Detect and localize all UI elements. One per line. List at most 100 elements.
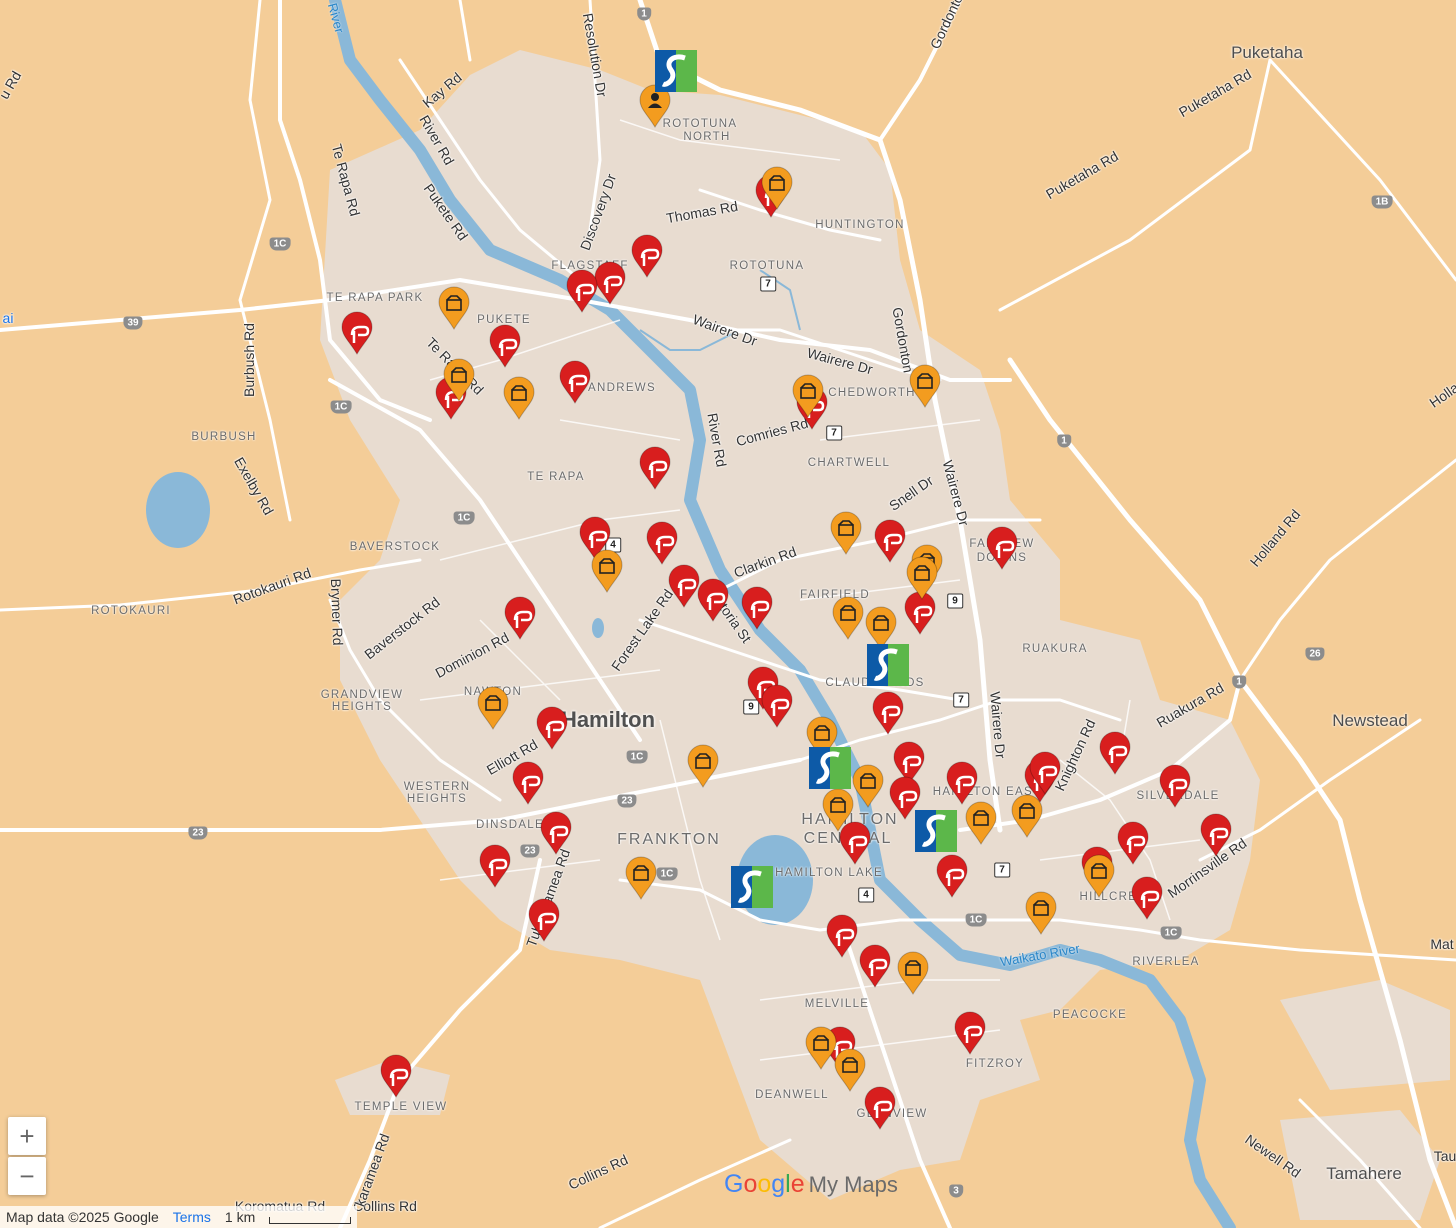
orange-basket-pin-icon[interactable] — [831, 596, 865, 640]
road-label: Brymer Rd — [327, 578, 347, 646]
red-swirl-pin-icon[interactable] — [863, 1086, 897, 1130]
route-shield: 1B — [1371, 195, 1393, 209]
red-swirl-pin-icon[interactable] — [511, 761, 545, 805]
orange-basket-pin-icon[interactable] — [1024, 891, 1058, 935]
google-wordmark: Google — [724, 1170, 805, 1198]
orange-basket-pin-icon[interactable] — [851, 764, 885, 808]
blue-green-s-logo-icon[interactable] — [655, 50, 697, 92]
suburb-label: RIVERLEA — [1132, 956, 1200, 968]
red-swirl-pin-icon[interactable] — [645, 521, 679, 565]
lake-rotokauri — [146, 472, 210, 548]
suburb-label: TE RAPA PARK — [326, 292, 424, 304]
red-swirl-pin-icon[interactable] — [539, 811, 573, 855]
orange-basket-pin-icon[interactable] — [964, 801, 998, 845]
red-swirl-pin-icon[interactable] — [985, 526, 1019, 570]
red-swirl-pin-icon[interactable] — [1098, 731, 1132, 775]
red-swirl-pin-icon[interactable] — [478, 844, 512, 888]
route-shield: 1 — [637, 7, 651, 21]
orange-basket-pin-icon[interactable] — [624, 856, 658, 900]
red-swirl-pin-icon[interactable] — [630, 234, 664, 278]
suburb-label: CHARTWELL — [807, 457, 891, 469]
map-data-attribution: Map data ©2025 Google — [6, 1209, 159, 1225]
red-swirl-pin-icon[interactable] — [1158, 764, 1192, 808]
route-shield: 23 — [617, 794, 637, 808]
orange-basket-pin-icon[interactable] — [896, 951, 930, 995]
red-swirl-pin-icon[interactable] — [760, 684, 794, 728]
suburb-label: NORTH — [683, 131, 731, 143]
route-shield: 7 — [760, 276, 776, 292]
red-swirl-pin-icon[interactable] — [858, 944, 892, 988]
red-swirl-pin-icon[interactable] — [558, 360, 592, 404]
blue-green-s-logo-icon[interactable] — [731, 866, 773, 908]
red-swirl-pin-icon[interactable] — [740, 586, 774, 630]
suburb-label: FRANKTON — [617, 831, 721, 848]
red-swirl-pin-icon[interactable] — [945, 761, 979, 805]
orange-basket-pin-icon[interactable] — [442, 358, 476, 402]
route-shield: 1C — [626, 750, 648, 764]
orange-basket-pin-icon[interactable] — [590, 549, 624, 593]
orange-basket-pin-icon[interactable] — [476, 686, 510, 730]
suburb-label: ROTOTUNA — [729, 260, 805, 272]
suburb-label: HEIGHTS — [331, 701, 393, 713]
orange-basket-pin-icon[interactable] — [905, 556, 939, 600]
red-swirl-pin-icon[interactable] — [488, 324, 522, 368]
suburb-label: DEANWELL — [755, 1089, 829, 1101]
orange-basket-pin-icon[interactable] — [908, 364, 942, 408]
my-maps-text: My Maps — [808, 1171, 898, 1197]
red-swirl-pin-icon[interactable] — [871, 691, 905, 735]
red-swirl-pin-icon[interactable] — [535, 706, 569, 750]
red-swirl-pin-icon[interactable] — [953, 1011, 987, 1055]
suburb-label: HEIGHTS — [406, 793, 468, 805]
suburb-label: TE RAPA — [527, 471, 585, 483]
red-swirl-pin-icon[interactable] — [935, 854, 969, 898]
red-swirl-pin-icon[interactable] — [873, 519, 907, 563]
lake-forest — [592, 618, 604, 638]
route-shield: 9 — [947, 593, 963, 609]
red-swirl-pin-icon[interactable] — [696, 578, 730, 622]
route-shield: 1C — [330, 400, 352, 414]
suburb-label: GRANDVIEW — [320, 689, 404, 701]
suburb-label: HAMILTON LAKE — [775, 867, 883, 879]
city-label-hamilton: Hamilton — [560, 707, 656, 732]
route-shield: 39 — [123, 316, 143, 330]
terms-link[interactable]: Terms — [173, 1209, 211, 1225]
red-swirl-pin-icon[interactable] — [379, 1054, 413, 1098]
red-swirl-pin-icon[interactable] — [527, 898, 561, 942]
route-shield: 1 — [1232, 675, 1246, 689]
orange-basket-pin-icon[interactable] — [1010, 794, 1044, 838]
route-shield: 4 — [858, 887, 874, 903]
suburb-label: WESTERN — [403, 781, 471, 793]
red-swirl-pin-icon[interactable] — [638, 446, 672, 490]
orange-basket-pin-icon[interactable] — [760, 166, 794, 210]
edge-label: ai — [2, 310, 14, 326]
orange-basket-pin-icon[interactable] — [829, 511, 863, 555]
orange-basket-pin-icon[interactable] — [502, 376, 536, 420]
red-swirl-pin-icon[interactable] — [1199, 813, 1233, 857]
blue-green-s-logo-icon[interactable] — [867, 644, 909, 686]
town-label-tamahere: Tamahere — [1326, 1164, 1402, 1183]
orange-basket-pin-icon[interactable] — [1082, 854, 1116, 898]
google-my-maps-logo: Google My Maps — [724, 1170, 898, 1199]
red-swirl-pin-icon[interactable] — [1028, 751, 1062, 795]
orange-basket-pin-icon[interactable] — [686, 744, 720, 788]
zoom-in-button[interactable]: + — [8, 1117, 46, 1155]
edge-label: Tau — [1433, 1148, 1456, 1164]
orange-basket-pin-icon[interactable] — [437, 286, 471, 330]
red-swirl-pin-icon[interactable] — [825, 914, 859, 958]
town-label-puketaha: Puketaha — [1231, 43, 1303, 62]
red-swirl-pin-icon[interactable] — [1130, 876, 1164, 920]
red-swirl-pin-icon[interactable] — [565, 269, 599, 313]
zoom-out-button[interactable]: − — [8, 1157, 46, 1195]
suburb-label: HUNTINGTON — [815, 219, 905, 231]
blue-green-s-logo-icon[interactable] — [809, 747, 851, 789]
orange-basket-pin-icon[interactable] — [791, 374, 825, 418]
map-canvas[interactable]: Hamilton Puketaha Newstead Tamahere ROTO… — [0, 0, 1456, 1228]
orange-basket-pin-icon[interactable] — [833, 1048, 867, 1092]
suburb-label: BURBUSH — [191, 431, 257, 443]
red-swirl-pin-icon[interactable] — [340, 311, 374, 355]
red-swirl-pin-icon[interactable] — [1116, 821, 1150, 865]
red-swirl-pin-icon[interactable] — [503, 596, 537, 640]
orange-basket-pin-icon[interactable] — [821, 788, 855, 832]
suburb-label: CHEDWORTH — [828, 387, 916, 399]
blue-green-s-logo-icon[interactable] — [915, 810, 957, 852]
